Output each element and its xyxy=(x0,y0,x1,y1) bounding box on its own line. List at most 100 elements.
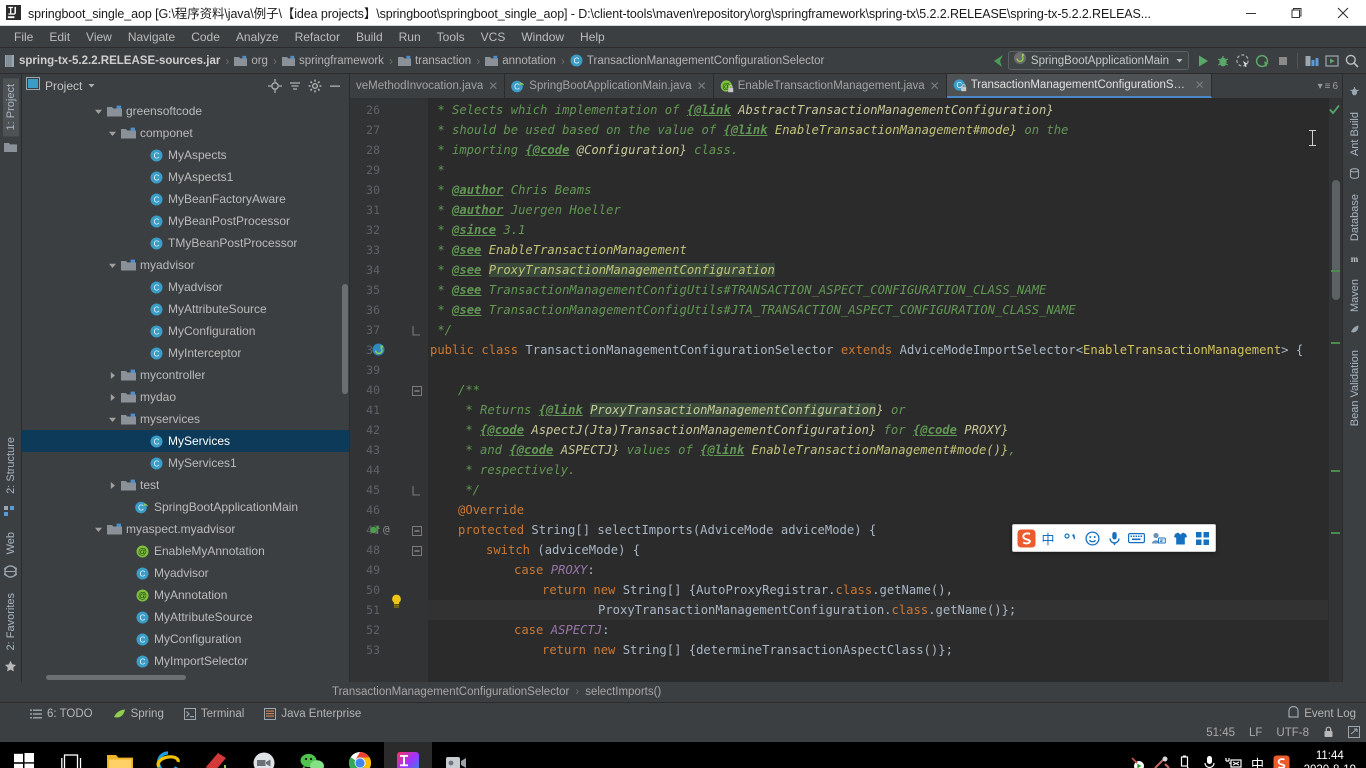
code-line[interactable]: * {@code AspectJ(Jta)TransactionManageme… xyxy=(428,420,1008,440)
tree-node[interactable]: componet xyxy=(22,122,349,144)
update-project-button[interactable] xyxy=(1322,51,1342,71)
override-method-gutter-icon[interactable]: @ xyxy=(370,523,390,536)
menu-item-run[interactable]: Run xyxy=(391,28,429,46)
chevron-down-icon[interactable] xyxy=(92,523,104,535)
tree-node[interactable]: C Myadvisor xyxy=(22,562,349,584)
back-arrow-icon[interactable] xyxy=(988,51,1008,71)
code-fold-icon[interactable] xyxy=(412,384,423,402)
tree-node[interactable]: C TMyBeanPostProcessor xyxy=(22,232,349,254)
code-line[interactable]: return new String[] {determineTransactio… xyxy=(428,640,953,660)
close-icon[interactable]: ✕ xyxy=(930,79,940,93)
settings-gear-icon[interactable] xyxy=(305,76,325,96)
internet-explorer-icon[interactable] xyxy=(144,742,192,768)
editor-marker-bar[interactable] xyxy=(1328,98,1342,682)
editor-tab[interactable]: CTransactionManagementConfigurationSelec… xyxy=(946,74,1212,98)
code-line[interactable]: @Override xyxy=(428,500,524,520)
close-icon[interactable]: ✕ xyxy=(697,79,707,93)
menu-item-build[interactable]: Build xyxy=(348,28,391,46)
chevron-right-icon[interactable] xyxy=(106,391,118,403)
editor-code[interactable]: * Selects which implementation of {@link… xyxy=(428,98,1328,682)
keyboard-icon[interactable] xyxy=(1125,525,1147,551)
chinese-mode-icon[interactable]: 中 xyxy=(1037,525,1059,551)
read-only-lock-icon[interactable] xyxy=(1323,726,1334,741)
code-line[interactable]: * @since 3.1 xyxy=(428,220,525,240)
menu-item-code[interactable]: Code xyxy=(183,28,228,46)
tab-overflow-button[interactable]: ▾ ≡ 6 xyxy=(1314,74,1342,98)
code-line[interactable]: * importing {@code @Configuration} class… xyxy=(428,140,738,160)
network-icon[interactable] xyxy=(1222,742,1246,768)
code-line[interactable]: * @see EnableTransactionManagement xyxy=(428,240,687,260)
breadcrumb-transaction[interactable]: transaction xyxy=(397,55,471,67)
menu-item-window[interactable]: Window xyxy=(513,28,572,46)
code-line[interactable]: * @author Chris Beams xyxy=(428,180,591,200)
code-line[interactable]: /** xyxy=(428,380,480,400)
chrome-icon[interactable] xyxy=(336,742,384,768)
user-account-icon[interactable] xyxy=(1147,525,1169,551)
stop-button[interactable] xyxy=(1273,51,1293,71)
project-tree[interactable]: greensoftcode componet C MyAspects C MyAspect… xyxy=(22,98,349,682)
tree-node[interactable]: greensoftcode xyxy=(22,100,349,122)
notepadpp-icon[interactable] xyxy=(192,742,240,768)
editor-breadcrumb-method[interactable]: selectImports() xyxy=(585,686,661,698)
sogou-logo-icon[interactable] xyxy=(1015,525,1037,551)
code-line[interactable]: protected String[] selectImports(AdviceM… xyxy=(428,520,876,540)
wechat-icon[interactable] xyxy=(288,742,336,768)
code-fold-icon[interactable] xyxy=(412,544,423,562)
microphone-icon[interactable] xyxy=(1198,742,1222,768)
menu-item-navigate[interactable]: Navigate xyxy=(120,28,183,46)
chevron-right-icon[interactable] xyxy=(106,369,118,381)
usb-eject-icon[interactable] xyxy=(1174,742,1198,768)
code-line[interactable]: * xyxy=(428,160,444,180)
run-configuration-selector[interactable]: SpringBootApplicationMain xyxy=(1007,51,1189,70)
editor-area[interactable]: 2627282930313233343536373839404142434445… xyxy=(350,98,1342,682)
tool-window-java-enterprise[interactable]: Java Enterprise xyxy=(264,707,361,720)
sogou-icon[interactable] xyxy=(1270,742,1294,768)
close-icon[interactable]: ✕ xyxy=(488,79,498,93)
menu-item-refactor[interactable]: Refactor xyxy=(287,28,348,46)
code-line[interactable]: * should be used based on the value of {… xyxy=(428,120,1068,140)
sidebar-item-project[interactable]: 1: Project xyxy=(2,78,19,137)
chevron-down-icon[interactable] xyxy=(1175,52,1184,70)
tree-node[interactable]: C SpringBootApplicationMain xyxy=(22,496,349,518)
sidebar-item-bean-validation[interactable]: Bean Validation xyxy=(1347,344,1363,432)
close-button[interactable] xyxy=(1320,0,1366,26)
breadcrumb-class[interactable]: C TransactionManagementConfigurationSele… xyxy=(570,54,824,67)
menu-item-analyze[interactable]: Analyze xyxy=(228,28,287,46)
code-line[interactable]: case PROXY: xyxy=(428,560,595,580)
chevron-down-icon[interactable] xyxy=(92,105,104,117)
ant-build-icon[interactable] xyxy=(1349,84,1360,102)
tree-node[interactable]: @ EnableMyAnnotation xyxy=(22,540,349,562)
locate-file-icon[interactable] xyxy=(265,76,285,96)
editor-scrollbar-thumb[interactable] xyxy=(1332,180,1340,300)
code-line[interactable]: * and {@code ASPECTJ} values of {@link E… xyxy=(428,440,1015,460)
line-separator[interactable]: LF xyxy=(1249,727,1262,739)
tree-node[interactable]: C MyAspects1 xyxy=(22,166,349,188)
build-button[interactable] xyxy=(1302,51,1322,71)
tree-node[interactable]: test xyxy=(22,474,349,496)
tree-node[interactable]: C Myadvisor xyxy=(22,276,349,298)
sidebar-item-maven[interactable]: Maven xyxy=(1347,273,1363,318)
tree-node[interactable]: C MyImportSelector xyxy=(22,650,349,672)
intellij-idea-icon[interactable] xyxy=(384,742,432,768)
code-line[interactable]: case ASPECTJ: xyxy=(428,620,609,640)
code-line[interactable]: return new String[] {AutoProxyRegistrar.… xyxy=(428,580,953,600)
tree-node[interactable]: myservices xyxy=(22,408,349,430)
profile-button[interactable] xyxy=(1253,51,1273,71)
run-button[interactable] xyxy=(1193,51,1213,71)
breadcrumb-springframework[interactable]: springframework xyxy=(281,55,384,67)
sidebar-item-favorites[interactable]: 2: Favorites xyxy=(3,587,19,656)
apps-grid-icon[interactable] xyxy=(1191,525,1213,551)
project-files-icon[interactable] xyxy=(4,140,17,158)
code-line[interactable]: ProxyTransactionManagementConfiguration.… xyxy=(428,600,1016,620)
code-fold-icon[interactable] xyxy=(412,324,423,342)
tree-node[interactable]: mydao xyxy=(22,386,349,408)
database-icon[interactable] xyxy=(1349,166,1360,184)
menu-item-edit[interactable]: Edit xyxy=(41,28,78,46)
tree-node[interactable]: C MyAttributeSource xyxy=(22,606,349,628)
chevron-down-icon[interactable] xyxy=(106,413,118,425)
tree-node[interactable]: C MyServices xyxy=(22,430,349,452)
tools-icon[interactable] xyxy=(1150,742,1174,768)
start-icon[interactable] xyxy=(0,742,48,768)
maximize-button[interactable] xyxy=(1274,0,1320,26)
intention-bulb-icon[interactable] xyxy=(390,594,403,614)
